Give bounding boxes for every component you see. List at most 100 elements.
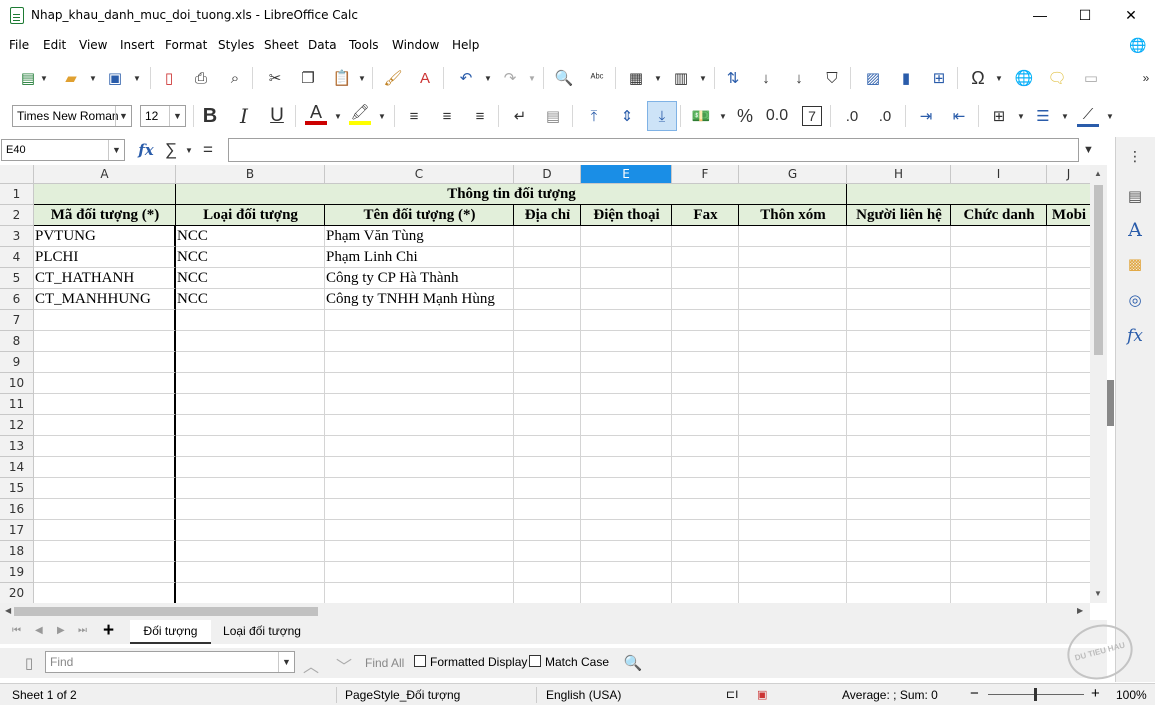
cell-e6[interactable]	[581, 289, 672, 310]
cell-i9[interactable]	[951, 352, 1047, 373]
properties-icon[interactable]: ▤	[1124, 185, 1146, 207]
cell-j18[interactable]	[1047, 541, 1090, 562]
cell-d18[interactable]	[514, 541, 581, 562]
cell-f16[interactable]	[672, 499, 739, 520]
tab-doi-tuong[interactable]: Đối tượng	[130, 620, 211, 644]
cell-h14[interactable]	[847, 457, 951, 478]
column-icon[interactable]: ▥	[670, 67, 692, 89]
minimize-button[interactable]: —	[1017, 0, 1063, 31]
row-header-14[interactable]: 14	[0, 457, 34, 478]
undo-icon[interactable]: ↶	[455, 67, 477, 89]
cell-g14[interactable]	[739, 457, 847, 478]
cell-b7[interactable]	[176, 310, 325, 331]
cell-h16[interactable]	[847, 499, 951, 520]
cell-d10[interactable]	[514, 373, 581, 394]
cell-i7[interactable]	[951, 310, 1047, 331]
chevron-down-icon[interactable]: ▼	[89, 74, 97, 83]
cell-d9[interactable]	[514, 352, 581, 373]
cell-d20[interactable]	[514, 583, 581, 603]
tab-loai-doi-tuong[interactable]: Loại đối tượng	[214, 620, 310, 644]
bold-icon[interactable]: B	[199, 105, 221, 127]
align-bottom-icon[interactable]: ⤓	[647, 101, 677, 131]
cell-a16[interactable]	[34, 499, 176, 520]
cell-g18[interactable]	[739, 541, 847, 562]
column-title-e[interactable]: Điện thoại	[581, 205, 672, 226]
paste-icon[interactable]: 📋	[331, 67, 353, 89]
cut-icon[interactable]: ✂	[264, 67, 286, 89]
formatted-display-checkbox[interactable]	[414, 655, 426, 667]
row-header-12[interactable]: 12	[0, 415, 34, 436]
cell-a8[interactable]	[34, 331, 176, 352]
cell-j11[interactable]	[1047, 394, 1090, 415]
cell-h18[interactable]	[847, 541, 951, 562]
column-title-j[interactable]: Mobi	[1047, 205, 1090, 226]
borders-icon[interactable]: ⊞	[988, 105, 1010, 127]
cell-c16[interactable]	[325, 499, 514, 520]
cell-g11[interactable]	[739, 394, 847, 415]
cell-b12[interactable]	[176, 415, 325, 436]
cell-d11[interactable]	[514, 394, 581, 415]
spelling-icon[interactable]: ᴬᵇᶜ	[586, 67, 608, 89]
cell-j4[interactable]	[1047, 247, 1090, 268]
cell-b17[interactable]	[176, 520, 325, 541]
cell-f13[interactable]	[672, 436, 739, 457]
cell-j12[interactable]	[1047, 415, 1090, 436]
function-wizard-icon[interactable]: fx	[135, 139, 157, 161]
find-replace-icon[interactable]: 🔍	[622, 652, 644, 674]
cell-g6[interactable]	[739, 289, 847, 310]
row-header-16[interactable]: 16	[0, 499, 34, 520]
menu-styles[interactable]: Styles	[218, 38, 254, 52]
align-center-icon[interactable]: ≡	[436, 105, 458, 127]
cell-g12[interactable]	[739, 415, 847, 436]
select-all-corner[interactable]	[0, 165, 34, 184]
cell-a13[interactable]	[34, 436, 176, 457]
cell-d8[interactable]	[514, 331, 581, 352]
find-next-icon[interactable]: ﹀	[336, 653, 352, 677]
spreadsheet-grid[interactable]: ABCDEFGHIJ 1 2 3 4 5 6 7 8 9 10 11 12 13 14 15 16 17 18 19…	[0, 165, 1090, 603]
clear-formatting-icon[interactable]: A	[414, 67, 436, 89]
chevron-down-icon[interactable]: ▼	[185, 146, 193, 155]
clone-formatting-icon[interactable]: 🖌	[382, 67, 404, 89]
chevron-down-icon[interactable]: ▼	[378, 112, 386, 121]
italic-icon[interactable]: I	[233, 104, 255, 128]
row-header-6[interactable]: 6	[0, 289, 34, 310]
new-document-icon[interactable]: ▤	[17, 67, 39, 89]
cell-f17[interactable]	[672, 520, 739, 541]
column-title-g[interactable]: Thôn xóm	[739, 205, 847, 226]
cell-d7[interactable]	[514, 310, 581, 331]
border-color-icon[interactable]: ⟋	[1077, 105, 1099, 127]
cell-c11[interactable]	[325, 394, 514, 415]
chevron-down-icon[interactable]: ▼	[334, 112, 342, 121]
cell-b9[interactable]	[176, 352, 325, 373]
chevron-down-icon[interactable]: ▼	[719, 112, 727, 121]
find-input[interactable]: Find ▼	[45, 651, 295, 673]
print-icon[interactable]: ⎙	[190, 67, 212, 89]
font-name-box[interactable]: Times New Roman ▼	[12, 105, 132, 127]
vertical-scroll-thumb[interactable]	[1094, 185, 1103, 355]
cell-a10[interactable]	[34, 373, 176, 394]
pivot-table-icon[interactable]: ⊞	[928, 67, 950, 89]
print-preview-icon[interactable]: ⌕	[224, 67, 246, 89]
delete-decimal-icon[interactable]: .0	[874, 105, 896, 127]
cell-j17[interactable]	[1047, 520, 1090, 541]
cell-f4[interactable]	[672, 247, 739, 268]
cell-b10[interactable]	[176, 373, 325, 394]
cell-e10[interactable]	[581, 373, 672, 394]
menu-data[interactable]: Data	[308, 38, 337, 52]
row-header-17[interactable]: 17	[0, 520, 34, 541]
cell-h15[interactable]	[847, 478, 951, 499]
cell-j5[interactable]	[1047, 268, 1090, 289]
functions-icon[interactable]: fx	[1124, 325, 1146, 347]
scroll-down-icon[interactable]: ▼	[1094, 589, 1102, 598]
cell-e18[interactable]	[581, 541, 672, 562]
horizontal-scroll-thumb[interactable]	[14, 607, 318, 616]
vertical-scrollbar[interactable]: ▲ ▼	[1090, 165, 1107, 603]
row-header-5[interactable]: 5	[0, 268, 34, 289]
cell-e17[interactable]	[581, 520, 672, 541]
find-replace-icon[interactable]: 🔍	[553, 67, 575, 89]
chevron-down-icon[interactable]: ▼	[1106, 112, 1114, 121]
cell-b19[interactable]	[176, 562, 325, 583]
cell-g10[interactable]	[739, 373, 847, 394]
cell-b11[interactable]	[176, 394, 325, 415]
cell-f14[interactable]	[672, 457, 739, 478]
